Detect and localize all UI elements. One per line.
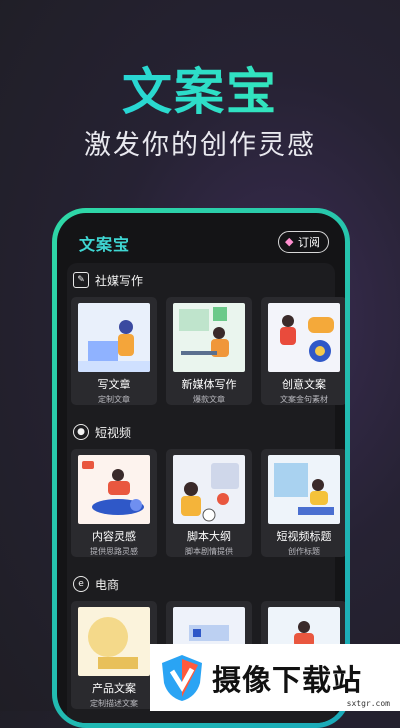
card-title: 新媒体写作 (181, 378, 237, 391)
shopping-bag-icon: e (73, 576, 89, 592)
illustration-script (173, 455, 245, 524)
card-title: 内容灵感 (92, 530, 136, 543)
section-title: 电商 (95, 577, 120, 592)
watermark: 摄像下载站 sxtgr.com (150, 644, 400, 711)
card-content-inspiration[interactable]: 内容灵感 提供思路灵感 (71, 449, 157, 557)
hero-title: 文案宝 (0, 52, 400, 124)
section-header-short-video: ● 短视频 (67, 415, 335, 449)
card-title: 创意文案 (282, 378, 326, 391)
illustration-creative (268, 303, 340, 372)
hero-subtitle: 激发你的创作灵感 (84, 130, 316, 161)
card-title: 产品文案 (92, 682, 136, 695)
card-product-copy[interactable]: 产品文案 定制描述文案 (71, 601, 157, 709)
card-subtitle: 提供思路灵感 (90, 547, 138, 556)
card-subtitle: 创作标题 (288, 547, 320, 556)
illustration-inspiration (78, 455, 150, 524)
card-subtitle: 脚本剧情提供 (185, 547, 233, 556)
diamond-icon: ◆ (285, 235, 294, 248)
card-title: 短视频标题 (276, 530, 332, 543)
watermark-url: sxtgr.com (346, 699, 390, 708)
card-subtitle: 定制文章 (98, 395, 130, 404)
illustration-product (78, 607, 150, 676)
card-row: 内容灵感 提供思路灵感 脚本大纲 脚本剧情提供 短视频标题 创作标题 (67, 449, 345, 557)
card-subtitle: 定制描述文案 (90, 699, 138, 708)
video-icon: ● (73, 424, 89, 440)
illustration-video-title (268, 455, 340, 524)
section-header-ecommerce: e 电商 (67, 567, 335, 601)
app-header: 文案宝 ◆ 订阅 (79, 231, 329, 254)
shield-logo-icon (158, 653, 206, 703)
card-new-media[interactable]: 新媒体写作 爆款文章 (166, 297, 252, 405)
illustration-article (78, 303, 150, 372)
card-title: 写文章 (97, 378, 131, 391)
subscribe-label: 订阅 (298, 236, 320, 249)
subscribe-button[interactable]: ◆ 订阅 (278, 231, 329, 253)
section-title: 短视频 (95, 425, 132, 440)
pen-icon: ✎ (73, 272, 89, 288)
card-write-article[interactable]: 写文章 定制文章 (71, 297, 157, 405)
section-header-social: ✎ 社媒写作 (67, 263, 335, 297)
card-script-outline[interactable]: 脚本大纲 脚本剧情提供 (166, 449, 252, 557)
card-row: 写文章 定制文章 新媒体写作 爆款文章 创意文案 文案金句素材 (67, 297, 345, 405)
card-subtitle: 爆款文章 (193, 395, 225, 404)
illustration-new-media (173, 303, 245, 372)
card-title: 脚本大纲 (187, 530, 231, 543)
section-title: 社媒写作 (95, 273, 144, 288)
card-video-title[interactable]: 短视频标题 创作标题 (261, 449, 345, 557)
app-logo: 文案宝 (79, 235, 131, 254)
card-creative-copy[interactable]: 创意文案 文案金句素材 (261, 297, 345, 405)
watermark-text: 摄像下载站 (212, 662, 363, 697)
card-subtitle: 文案金句素材 (280, 395, 328, 404)
